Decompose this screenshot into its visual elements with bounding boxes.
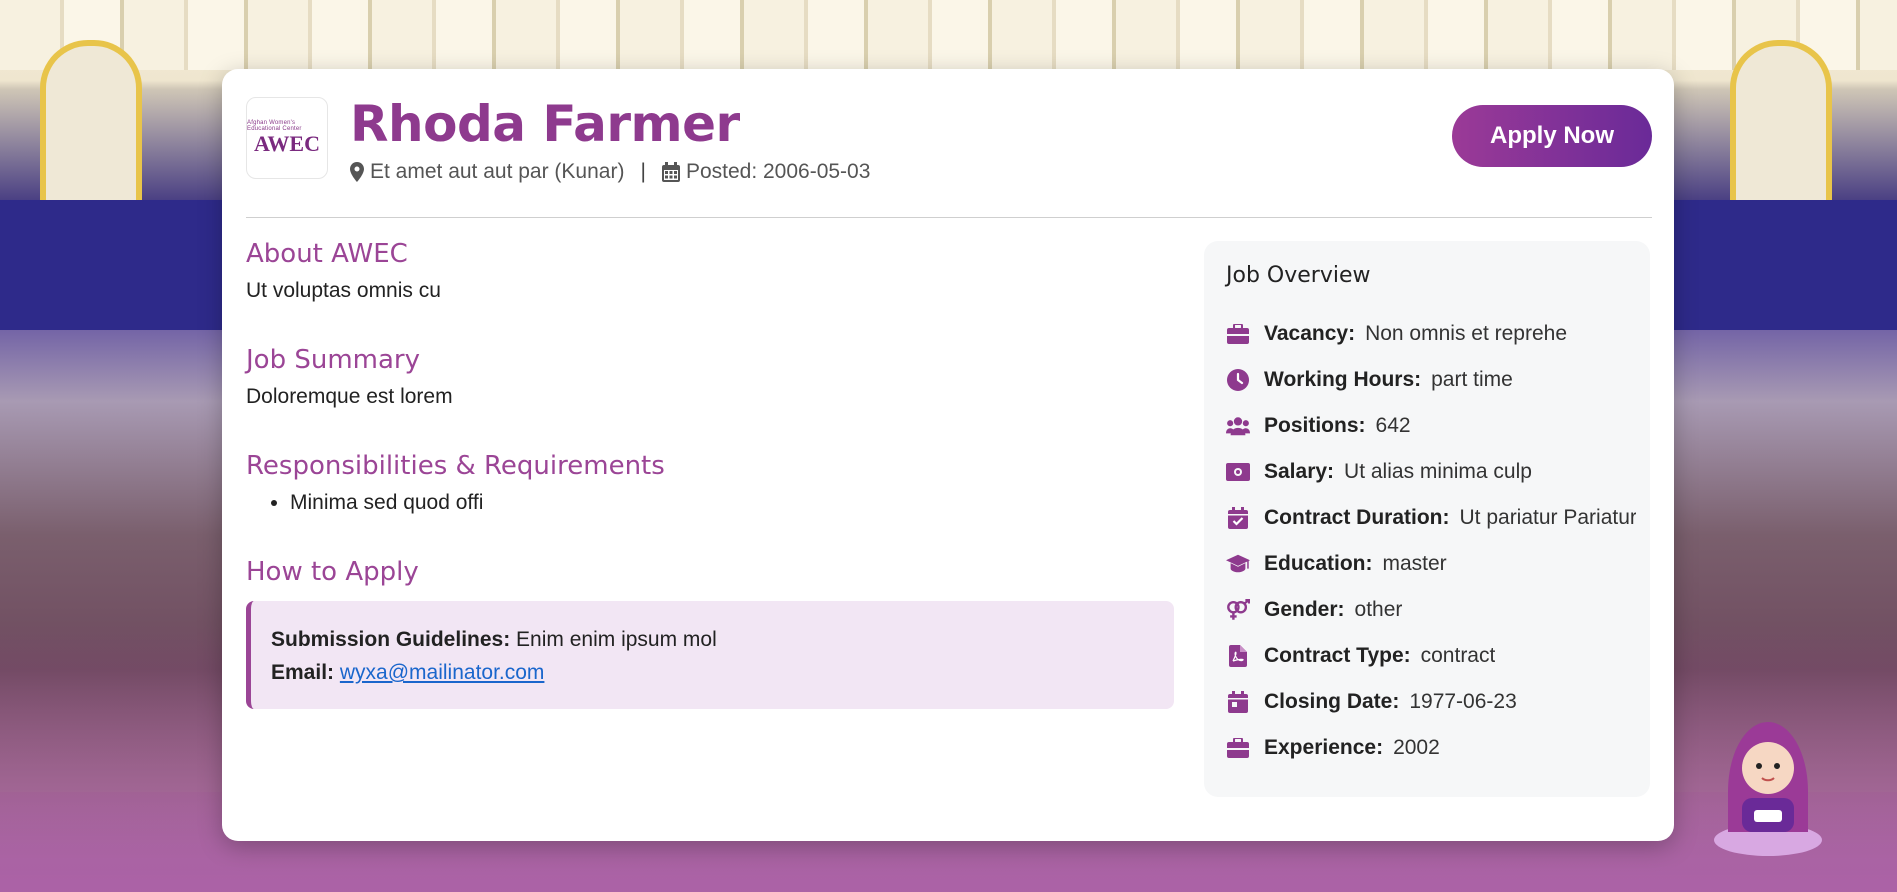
guidelines-row: Submission Guidelines: Enim enim ipsum m… — [271, 623, 1152, 656]
responsibilities-list: Minima sed quod offi — [246, 491, 1174, 515]
job-overview-panel: Job Overview Vacancy: Non omnis et repre… — [1204, 241, 1650, 797]
about-title: About AWEC — [246, 239, 408, 269]
job-overview-title: Job Overview — [1226, 263, 1371, 288]
guidelines-text: Enim enim ipsum mol — [516, 628, 717, 651]
apply-instructions: Submission Guidelines: Enim enim ipsum m… — [246, 601, 1174, 709]
overview-value: 642 — [1375, 414, 1411, 437]
guidelines-label: Submission Guidelines: — [271, 628, 511, 651]
about-text: Ut voluptas omnis cu — [246, 279, 441, 302]
job-posted-date: Posted: 2006-05-03 — [685, 160, 871, 183]
briefcase-icon — [1226, 322, 1250, 346]
email-row: Email: wyxa@mailinator.com — [271, 656, 1152, 689]
summary-text: Doloremque est lorem — [246, 385, 453, 408]
overview-label: Contract Type: — [1264, 644, 1411, 667]
overview-item-positions: Positions: 642 — [1226, 403, 1636, 449]
overview-item-working-hours: Working Hours: part time — [1226, 357, 1636, 403]
overview-item-vacancy: Vacancy: Non omnis et reprehe — [1226, 311, 1636, 357]
job-detail-card: Afghan Women's Educational Center AWEC R… — [222, 69, 1674, 841]
apply-now-button[interactable]: Apply Now — [1452, 105, 1652, 167]
overview-item-gender: Gender: other — [1226, 587, 1636, 633]
users-icon — [1226, 414, 1250, 438]
graduation-cap-icon — [1226, 552, 1250, 576]
overview-label: Positions: — [1264, 414, 1366, 437]
overview-value: master — [1382, 552, 1447, 575]
calendar-icon — [1226, 690, 1250, 714]
background-arch — [40, 40, 142, 206]
job-header: Afghan Women's Educational Center AWEC R… — [246, 95, 1652, 187]
overview-value: contract — [1420, 644, 1496, 667]
company-logo: Afghan Women's Educational Center AWEC — [246, 97, 328, 179]
overview-label: Salary: — [1264, 460, 1335, 483]
how-to-apply-title: How to Apply — [246, 557, 419, 587]
gender-icon — [1226, 598, 1250, 622]
clock-icon — [1226, 368, 1250, 392]
overview-value: part time — [1431, 368, 1513, 391]
header-divider — [246, 217, 1652, 218]
job-overview-list: Vacancy: Non omnis et reprehe Working Ho… — [1226, 311, 1636, 771]
overview-label: Contract Duration: — [1264, 506, 1450, 529]
contract-file-icon — [1226, 644, 1250, 668]
overview-label: Closing Date: — [1264, 690, 1400, 713]
overview-label: Working Hours: — [1264, 368, 1422, 391]
overview-label: Education: — [1264, 552, 1373, 575]
overview-item-contract-duration: Contract Duration: Ut pariatur Pariatur — [1226, 495, 1636, 541]
overview-label: Vacancy: — [1264, 322, 1356, 345]
overview-value: Ut alias minima culp — [1344, 460, 1532, 483]
overview-item-education: Education: master — [1226, 541, 1636, 587]
job-description: About AWEC Ut voluptas omnis cu Job Summ… — [246, 239, 1174, 709]
meta-separator: | — [640, 160, 646, 183]
background-banner — [0, 200, 222, 330]
map-marker-icon — [350, 162, 364, 182]
overview-item-contract-type: Contract Type: contract — [1226, 633, 1636, 679]
chat-assistant-mascot[interactable] — [1712, 712, 1824, 860]
background-banner — [1674, 200, 1897, 330]
money-icon — [1226, 460, 1250, 484]
overview-value: 1977-06-23 — [1409, 690, 1517, 713]
background-ceiling — [0, 0, 1897, 70]
overview-value: 2002 — [1393, 736, 1440, 759]
briefcase-icon — [1226, 736, 1250, 760]
job-title: Rhoda Farmer — [350, 95, 740, 153]
background-arch — [1730, 40, 1832, 206]
list-item: Minima sed quod offi — [290, 491, 1174, 515]
overview-item-closing-date: Closing Date: 1977-06-23 — [1226, 679, 1636, 725]
summary-title: Job Summary — [246, 345, 420, 375]
overview-label: Gender: — [1264, 598, 1345, 621]
email-label: Email: — [271, 661, 335, 684]
job-location: Et amet aut aut par (Kunar) — [370, 160, 625, 183]
job-meta: Et amet aut aut par (Kunar) | Posted: 20… — [350, 160, 870, 184]
overview-label: Experience: — [1264, 736, 1384, 759]
overview-value: Non omnis et reprehe — [1365, 322, 1568, 345]
overview-value: other — [1354, 598, 1403, 621]
about-section: About AWEC Ut voluptas omnis cu — [246, 239, 1174, 319]
responsibilities-title: Responsibilities & Requirements — [246, 451, 665, 481]
responsibilities-section: Responsibilities & Requirements Minima s… — [246, 451, 1174, 531]
summary-section: Job Summary Doloremque est lorem — [246, 345, 1174, 425]
calendar-check-icon — [1226, 506, 1250, 530]
email-link[interactable]: wyxa@mailinator.com — [340, 661, 545, 684]
overview-item-salary: Salary: Ut alias minima culp — [1226, 449, 1636, 495]
calendar-icon — [661, 162, 680, 182]
overview-item-experience: Experience: 2002 — [1226, 725, 1636, 771]
how-to-apply-section: How to Apply Submission Guidelines: Enim… — [246, 557, 1174, 709]
logo-brand: AWEC — [253, 131, 320, 156]
overview-value: Ut pariatur Pariatur — [1459, 506, 1637, 529]
